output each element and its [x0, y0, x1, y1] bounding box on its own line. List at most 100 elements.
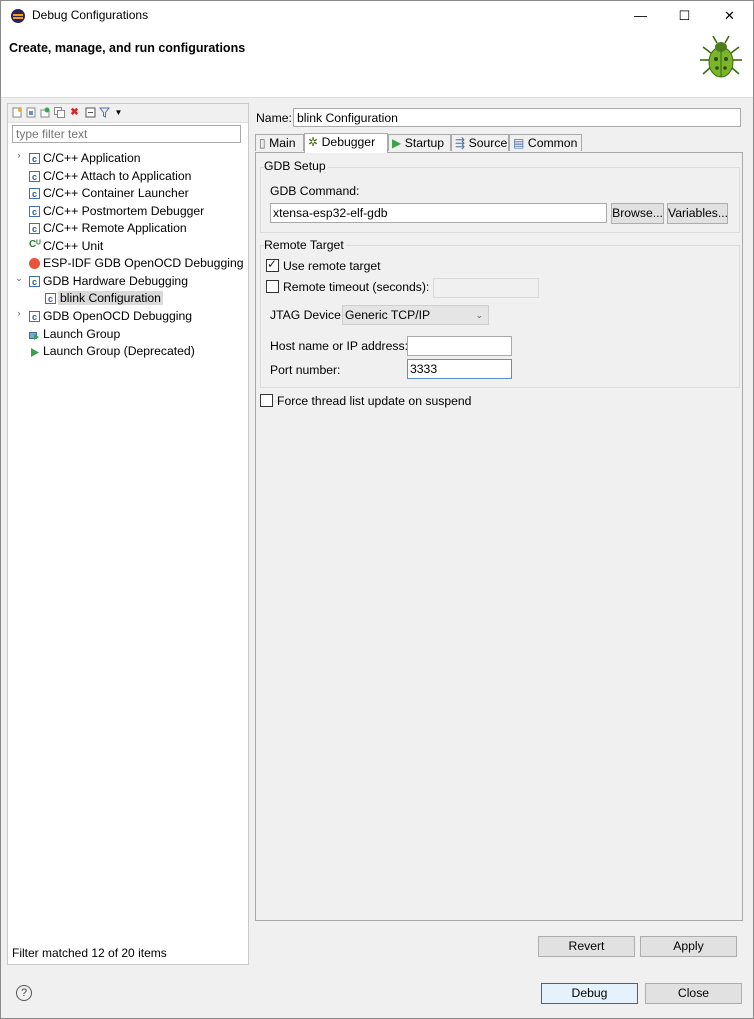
bug-icon: [700, 35, 742, 78]
tree-item-blink-configuration[interactable]: blink Configuration: [45, 290, 163, 308]
debugger-tab-icon: ✲: [308, 135, 319, 149]
debug-button[interactable]: Debug: [541, 983, 638, 1004]
jtag-device-select[interactable]: Generic TCP/IP ⌄: [342, 305, 489, 325]
duplicate-icon[interactable]: [54, 107, 65, 118]
minimize-button[interactable]: —: [618, 1, 663, 31]
use-remote-target-label: Use remote target: [283, 259, 381, 273]
host-name-input[interactable]: [407, 336, 512, 356]
cpp-config-icon: [29, 186, 40, 203]
tree-item-label: GDB OpenOCD Debugging: [43, 309, 193, 323]
run-icon: [29, 346, 40, 357]
tree-item-launch-group-deprecated[interactable]: Launch Group (Deprecated): [29, 343, 195, 360]
cpp-config-icon: [29, 151, 40, 168]
view-menu-icon[interactable]: ▼: [113, 107, 124, 118]
tab-source[interactable]: ⇶ Source: [451, 134, 509, 151]
tree-item-label: GDB Hardware Debugging: [43, 274, 188, 288]
tree-item-label: C/C++ Application: [43, 151, 141, 165]
browse-button[interactable]: Browse...: [611, 203, 664, 224]
source-tab-icon: ⇶: [455, 136, 466, 150]
revert-button[interactable]: Revert: [538, 936, 635, 957]
tree-item-cpp-unit[interactable]: Cᵁ C/C++ Unit: [29, 238, 103, 255]
tree-item-launch-group[interactable]: Launch Group: [29, 326, 120, 343]
cpp-config-icon: [45, 291, 56, 308]
launch-group-icon: [29, 329, 40, 340]
window-title: Debug Configurations: [32, 8, 149, 22]
tree-item-cpp-attach[interactable]: C/C++ Attach to Application: [29, 168, 192, 186]
delete-icon[interactable]: ✖: [69, 107, 80, 118]
expand-chevron-icon[interactable]: ›: [14, 150, 24, 167]
debug-configurations-window: Debug Configurations — ☐ ✕ Create, manag…: [0, 0, 754, 1019]
configuration-tree-pane: ✖ ▼ › C/C++ Application C/C++ Attach to …: [7, 103, 249, 965]
remote-timeout-label: Remote timeout (seconds):: [283, 280, 430, 294]
cpp-config-icon: [29, 221, 40, 238]
jtag-device-label: JTAG Device:: [270, 308, 345, 322]
host-name-label: Host name or IP address:: [270, 339, 408, 353]
tree-item-label: blink Configuration: [58, 291, 163, 305]
configuration-name-input[interactable]: [293, 108, 741, 127]
tree-item-label: C/C++ Remote Application: [43, 221, 187, 235]
dialog-title: Create, manage, and run configurations: [9, 41, 246, 55]
main-tab-icon: ▯: [259, 136, 266, 150]
espressif-icon: [29, 258, 40, 269]
name-label: Name:: [256, 111, 292, 125]
expand-chevron-icon[interactable]: ›: [14, 308, 24, 325]
tab-common[interactable]: ▤ Common: [509, 134, 582, 151]
tab-startup[interactable]: ▶ Startup: [388, 134, 451, 151]
new-prototype-icon[interactable]: [26, 107, 37, 118]
use-remote-target-checkbox[interactable]: [266, 257, 279, 272]
filter-input[interactable]: [12, 125, 241, 143]
cpp-config-icon: [29, 204, 40, 221]
cpp-config-icon: [29, 169, 40, 186]
tree-item-label: C/C++ Container Launcher: [43, 186, 189, 200]
tree-item-cpp-application[interactable]: C/C++ Application: [29, 150, 141, 168]
gdb-setup-label: GDB Setup: [264, 159, 328, 173]
collapse-chevron-icon[interactable]: ⌄: [14, 273, 24, 290]
port-number-input[interactable]: [407, 359, 512, 379]
export-icon[interactable]: [40, 107, 51, 118]
remote-timeout-checkbox[interactable]: [266, 280, 279, 293]
tree-item-esp-idf-openocd[interactable]: ESP-IDF GDB OpenOCD Debugging: [29, 255, 244, 272]
help-icon[interactable]: ?: [16, 985, 32, 1001]
apply-button[interactable]: Apply: [640, 936, 737, 957]
remote-timeout-input[interactable]: [433, 278, 539, 298]
cpp-config-icon: [29, 309, 40, 326]
gdb-command-label: GDB Command:: [270, 184, 360, 198]
tree-item-gdb-openocd[interactable]: GDB OpenOCD Debugging: [29, 308, 193, 326]
force-thread-update-label: Force thread list update on suspend: [277, 394, 472, 408]
cpp-unit-icon: Cᵁ: [29, 239, 41, 250]
chevron-down-icon: ⌄: [475, 310, 483, 320]
eclipse-icon: [11, 9, 25, 23]
close-button[interactable]: Close: [645, 983, 742, 1004]
tab-debugger[interactable]: ✲ Debugger: [304, 133, 388, 153]
tree-item-cpp-container[interactable]: C/C++ Container Launcher: [29, 185, 189, 203]
filter-status: Filter matched 12 of 20 items: [12, 946, 167, 960]
startup-tab-icon: ▶: [392, 136, 402, 150]
collapse-all-icon[interactable]: [85, 107, 96, 118]
tab-main[interactable]: ▯ Main: [255, 134, 304, 151]
tree-item-label: Launch Group (Deprecated): [43, 344, 195, 358]
close-window-button[interactable]: ✕: [707, 1, 752, 31]
common-tab-icon: ▤: [513, 136, 525, 150]
remote-target-label: Remote Target: [264, 238, 346, 252]
force-thread-update-checkbox[interactable]: [260, 394, 273, 407]
tree-item-label: C/C++ Postmortem Debugger: [43, 204, 205, 218]
jtag-device-value: Generic TCP/IP: [345, 308, 431, 322]
tree-item-label: C/C++ Attach to Application: [43, 169, 192, 183]
debugger-tab-panel: GDB Setup GDB Command: Browse... Variabl…: [255, 152, 743, 921]
tree-toolbar: ✖ ▼: [8, 104, 248, 123]
maximize-button[interactable]: ☐: [662, 1, 707, 31]
tree-item-label: ESP-IDF GDB OpenOCD Debugging: [43, 256, 244, 270]
tree-item-cpp-remote[interactable]: C/C++ Remote Application: [29, 220, 187, 238]
tree-item-gdb-hardware[interactable]: GDB Hardware Debugging: [29, 273, 188, 291]
gdb-command-input[interactable]: [270, 203, 607, 223]
port-number-label: Port number:: [270, 363, 341, 377]
tree-item-label: Launch Group: [43, 327, 121, 341]
filter-icon[interactable]: [98, 107, 111, 118]
title-bar: Debug Configurations — ☐ ✕: [1, 1, 753, 31]
tree-item-cpp-postmortem[interactable]: C/C++ Postmortem Debugger: [29, 203, 205, 221]
new-configuration-icon[interactable]: [12, 107, 23, 118]
variables-button[interactable]: Variables...: [667, 203, 728, 224]
dialog-header: Create, manage, and run configurations: [1, 31, 753, 98]
cpp-config-icon: [29, 274, 40, 291]
tree-item-label: C/C++ Unit: [43, 239, 104, 253]
